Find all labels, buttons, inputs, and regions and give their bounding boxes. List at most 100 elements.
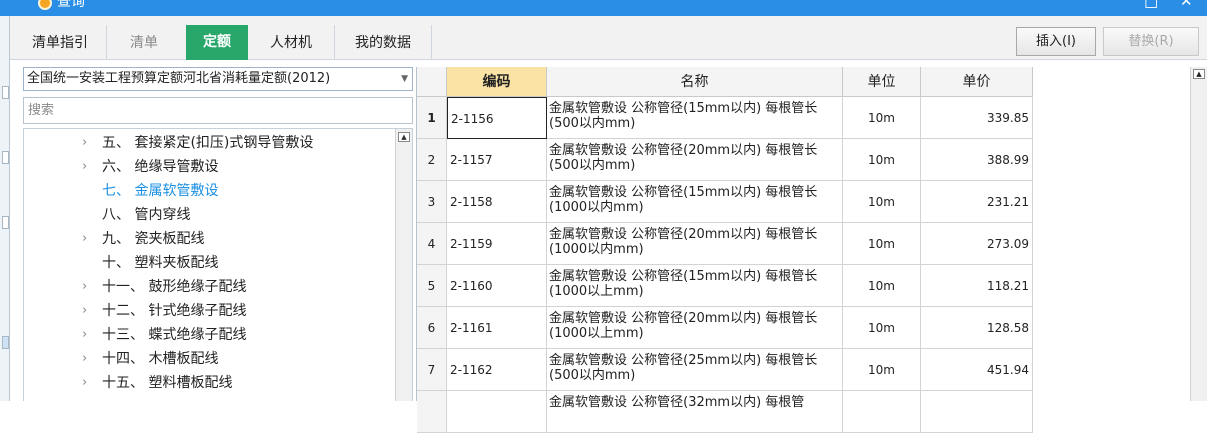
- name-cell[interactable]: 金属软管敷设 公称管径(32mm以内) 每根管: [547, 391, 843, 433]
- name-cell[interactable]: 金属软管敷设 公称管径(20mm以内) 每根管长(1000以内mm): [547, 223, 843, 265]
- tree-item[interactable]: › 十三、 蝶式绝缘子配线: [24, 323, 394, 347]
- scroll-up-icon[interactable]: ▲: [398, 132, 410, 142]
- code-cell[interactable]: 2-1160: [447, 265, 547, 307]
- header-unit[interactable]: 单位: [843, 67, 921, 97]
- row-number[interactable]: 3: [417, 181, 447, 223]
- chevron-right-icon[interactable]: ›: [82, 131, 87, 155]
- tree-item-label: 十五、 塑料槽板配线: [102, 375, 233, 391]
- close-icon[interactable]: ✕: [1180, 0, 1193, 9]
- price-cell[interactable]: 339.85: [921, 97, 1033, 139]
- unit-cell[interactable]: 10m: [843, 97, 921, 139]
- row-number[interactable]: 7: [417, 349, 447, 391]
- row-number[interactable]: [417, 391, 447, 433]
- tree-item[interactable]: › 十二、 针式绝缘子配线: [24, 299, 394, 323]
- unit-cell[interactable]: 10m: [843, 265, 921, 307]
- table-corner: [417, 67, 447, 97]
- code-cell[interactable]: [447, 391, 547, 433]
- tree-item[interactable]: 八、 管内穿线: [24, 203, 394, 227]
- tree-item[interactable]: › 九、 瓷夹板配线: [24, 227, 394, 251]
- parent-window-edge: [0, 16, 10, 401]
- tab-list[interactable]: 清单: [118, 27, 170, 60]
- selected-library: 全国统一安装工程预算定额河北省消耗量定额(2012): [27, 71, 331, 86]
- table-scrollbar[interactable]: ▲: [1190, 67, 1207, 401]
- code-cell[interactable]: 2-1158: [447, 181, 547, 223]
- tree-item-label: 五、 套接紧定(扣压)式钢导管敷设: [102, 135, 314, 151]
- window-title: 查询: [57, 0, 85, 10]
- tree-item[interactable]: › 十五、 塑料槽板配线: [24, 371, 394, 395]
- name-cell[interactable]: 金属软管敷设 公称管径(15mm以内) 每根管长(1000以内mm): [547, 181, 843, 223]
- price-cell[interactable]: 118.21: [921, 265, 1033, 307]
- header-price[interactable]: 单价: [921, 67, 1033, 97]
- price-cell[interactable]: [921, 391, 1033, 433]
- tree-item-label: 十三、 蝶式绝缘子配线: [102, 327, 247, 343]
- name-cell[interactable]: 金属软管敷设 公称管径(20mm以内) 每根管长(500以内mm): [547, 139, 843, 181]
- quota-library-select[interactable]: 全国统一安装工程预算定额河北省消耗量定额(2012) ▼: [23, 67, 413, 91]
- search-box[interactable]: [23, 97, 413, 124]
- tab-labor-material-machine[interactable]: 人材机: [256, 27, 326, 60]
- tree-item[interactable]: 七、 金属软管敷设: [24, 179, 394, 203]
- collapse-icon[interactable]: [2, 86, 9, 99]
- code-cell[interactable]: 2-1162: [447, 349, 547, 391]
- search-input[interactable]: [24, 98, 412, 123]
- tree-item[interactable]: 十、 塑料夹板配线: [24, 251, 394, 275]
- unit-cell[interactable]: 10m: [843, 223, 921, 265]
- unit-cell[interactable]: 10m: [843, 181, 921, 223]
- unit-cell[interactable]: 10m: [843, 307, 921, 349]
- restore-icon[interactable]: □: [1144, 0, 1158, 9]
- name-cell[interactable]: 金属软管敷设 公称管径(15mm以内) 每根管长(1000以上mm): [547, 265, 843, 307]
- replace-button[interactable]: 替换(R): [1103, 27, 1199, 56]
- code-cell[interactable]: 2-1157: [447, 139, 547, 181]
- tree-item[interactable]: › 六、 绝缘导管敷设: [24, 155, 394, 179]
- chapter-tree: ▲ › 五、 套接紧定(扣压)式钢导管敷设 › 六、 绝缘导管敷设七、 金属软管敷设八…: [23, 128, 413, 401]
- tree-item[interactable]: › 五、 套接紧定(扣压)式钢导管敷设: [24, 131, 394, 155]
- row-number[interactable]: 5: [417, 265, 447, 307]
- name-cell[interactable]: 金属软管敷设 公称管径(15mm以内) 每根管长(500以内mm): [547, 97, 843, 139]
- code-cell[interactable]: 2-1159: [447, 223, 547, 265]
- tree-item-label: 八、 管内穿线: [102, 207, 191, 223]
- unit-cell[interactable]: 10m: [843, 139, 921, 181]
- edge-marker: [2, 216, 9, 229]
- price-cell[interactable]: 128.58: [921, 307, 1033, 349]
- code-cell[interactable]: 2-1156: [447, 97, 547, 139]
- price-cell[interactable]: 388.99: [921, 139, 1033, 181]
- name-cell[interactable]: 金属软管敷设 公称管径(20mm以内) 每根管长(1000以上mm): [547, 307, 843, 349]
- tree-scrollbar[interactable]: ▲: [395, 129, 412, 401]
- header-code[interactable]: 编码: [447, 67, 547, 97]
- unit-cell[interactable]: [843, 391, 921, 433]
- chevron-right-icon[interactable]: ›: [82, 347, 87, 371]
- chevron-right-icon[interactable]: ›: [82, 227, 87, 251]
- price-cell[interactable]: 273.09: [921, 223, 1033, 265]
- tab-quota[interactable]: 定额: [186, 25, 248, 60]
- tree-item-label: 十一、 鼓形绝缘子配线: [102, 279, 247, 295]
- row-number[interactable]: 2: [417, 139, 447, 181]
- price-cell[interactable]: 231.21: [921, 181, 1033, 223]
- chevron-right-icon[interactable]: ›: [82, 155, 87, 179]
- tree-item-label: 十二、 针式绝缘子配线: [102, 303, 247, 319]
- row-number[interactable]: 1: [417, 97, 447, 139]
- quota-table: 编码 名称 单位 单价 1 2-1156 金属软管敷设 公称管径(15mm以内) 每…: [416, 67, 1190, 433]
- edge-marker: [2, 151, 9, 164]
- code-cell[interactable]: 2-1161: [447, 307, 547, 349]
- row-number[interactable]: 4: [417, 223, 447, 265]
- insert-button[interactable]: 插入(I): [1016, 27, 1096, 56]
- tree-item[interactable]: › 十一、 鼓形绝缘子配线: [24, 275, 394, 299]
- price-cell[interactable]: 451.94: [921, 349, 1033, 391]
- header-name[interactable]: 名称: [547, 67, 843, 97]
- tab-my-data[interactable]: 我的数据: [340, 27, 426, 60]
- chevron-right-icon[interactable]: ›: [82, 299, 87, 323]
- tree-item-label: 六、 绝缘导管敷设: [102, 159, 219, 175]
- unit-cell[interactable]: 10m: [843, 349, 921, 391]
- tree-item[interactable]: › 十四、 木槽板配线: [24, 347, 394, 371]
- chevron-right-icon[interactable]: ›: [82, 275, 87, 299]
- tree-item-label: 十四、 木槽板配线: [102, 351, 219, 367]
- chevron-right-icon[interactable]: ›: [82, 323, 87, 347]
- row-number[interactable]: 6: [417, 307, 447, 349]
- scroll-up-icon[interactable]: ▲: [1193, 69, 1205, 79]
- chevron-down-icon[interactable]: ▼: [401, 68, 408, 90]
- title-bar: 查询 □ ✕: [0, 0, 1207, 16]
- app-logo-icon: [38, 0, 52, 10]
- chevron-right-icon[interactable]: ›: [82, 371, 87, 395]
- name-cell[interactable]: 金属软管敷设 公称管径(25mm以内) 每根管长(500以内mm): [547, 349, 843, 391]
- tab-list-guide[interactable]: 清单指引: [24, 27, 96, 60]
- tab-divider: [431, 25, 432, 60]
